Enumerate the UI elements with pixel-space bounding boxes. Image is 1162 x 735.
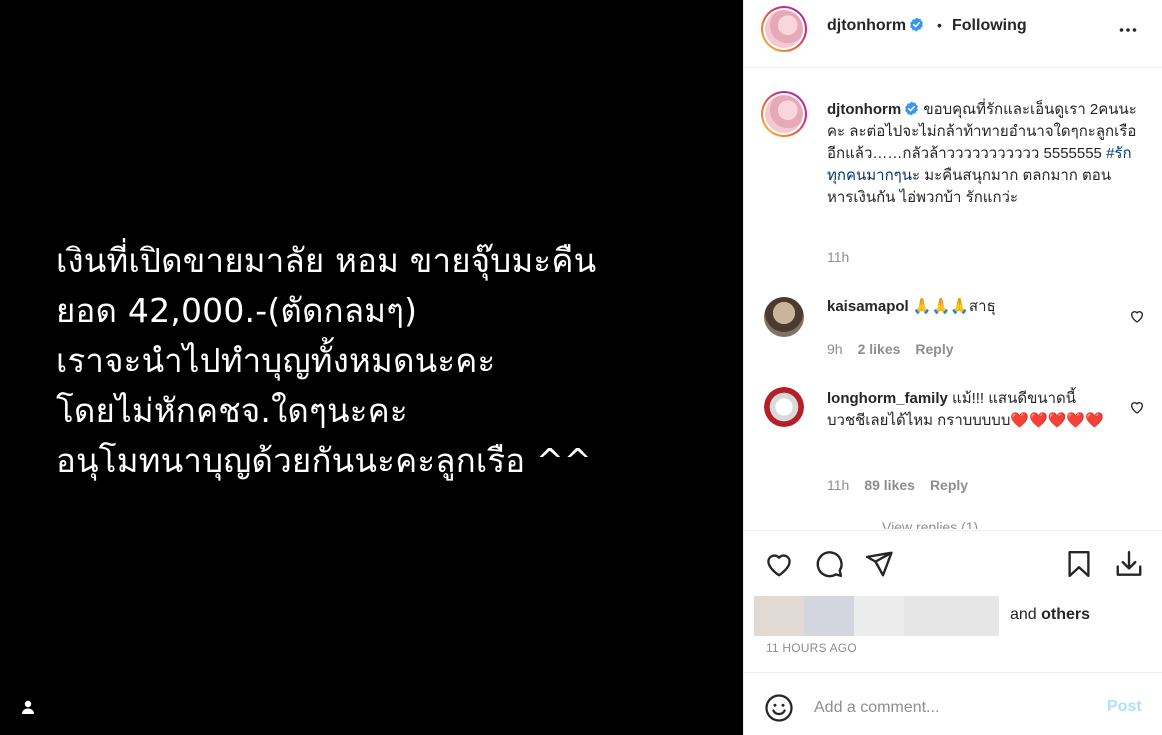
- liker-avatars-blurred: [804, 596, 854, 636]
- post-actions: [744, 530, 1162, 598]
- following-button[interactable]: Following: [952, 17, 1027, 35]
- view-replies-button[interactable]: View replies (1): [882, 519, 978, 529]
- commenter-username[interactable]: kaisamapol: [827, 298, 909, 315]
- likes-summary[interactable]: and others: [754, 596, 1154, 636]
- bookmark-save-icon[interactable]: [1064, 549, 1094, 579]
- caption-timestamp[interactable]: 11h: [827, 249, 849, 265]
- reply-button[interactable]: Reply: [930, 477, 968, 493]
- header-separator: •: [937, 17, 942, 33]
- comment-bubble-icon[interactable]: [814, 549, 844, 579]
- comment-time[interactable]: 9h: [827, 341, 843, 357]
- comment-meta: 11h 89 likes Reply: [827, 477, 968, 493]
- add-comment-bar: Post: [744, 672, 1162, 735]
- reply-button[interactable]: Reply: [915, 341, 953, 357]
- download-icon[interactable]: [1114, 549, 1144, 579]
- comment-item: kaisamapol 🙏🙏🙏สาธุ: [827, 296, 1117, 318]
- verified-badge-icon: [910, 17, 923, 32]
- liker-names-blurred: [904, 596, 999, 636]
- share-send-icon[interactable]: [864, 549, 894, 579]
- like-heart-icon[interactable]: [764, 549, 794, 579]
- emoji-icon[interactable]: [764, 693, 794, 723]
- comment-time[interactable]: 11h: [827, 477, 849, 493]
- liker-avatars-blurred: [754, 596, 804, 636]
- post-header: djtonhorm • Following: [744, 0, 1162, 68]
- author-username-link[interactable]: djtonhorm: [827, 17, 924, 35]
- comment-like-heart-icon[interactable]: [1129, 308, 1145, 324]
- verified-badge-icon: [905, 101, 919, 116]
- commenter-username[interactable]: longhorm_family: [827, 390, 948, 407]
- author-avatar[interactable]: [761, 6, 807, 52]
- others-link[interactable]: others: [1041, 606, 1090, 623]
- post-comment-button[interactable]: Post: [1107, 698, 1142, 716]
- post-media[interactable]: เงินที่เปิดขายมาลัย หอม ขายจุ๊บมะคืน ยอด…: [0, 0, 743, 735]
- media-text: เงินที่เปิดขายมาลัย หอม ขายจุ๊บมะคืน ยอด…: [56, 241, 597, 480]
- post-sidebar: djtonhorm • Following djtonhorm ขอบคุณที…: [743, 0, 1162, 735]
- more-options-icon[interactable]: [1118, 20, 1138, 40]
- liker-avatars-blurred: [854, 596, 904, 636]
- comment-like-heart-icon[interactable]: [1129, 399, 1145, 415]
- comment-input[interactable]: [814, 695, 1094, 721]
- likes-text: and others: [1010, 606, 1091, 623]
- comment-text: 🙏🙏🙏สาธุ: [908, 298, 996, 315]
- commenter-avatar[interactable]: [764, 297, 804, 337]
- comment-meta: 9h 2 likes Reply: [827, 341, 954, 357]
- comment-item: longhorm_family แม้!!! แสนดีขนาดนี้ บวชช…: [827, 388, 1117, 432]
- comment-likes[interactable]: 89 likes: [864, 477, 915, 493]
- caption: djtonhorm ขอบคุณที่รักและเอ็นดูเรา 2คนนะ…: [827, 99, 1137, 209]
- commenter-avatar[interactable]: [764, 387, 804, 427]
- caption-author-avatar[interactable]: [761, 91, 807, 137]
- caption-username[interactable]: djtonhorm: [827, 101, 901, 118]
- post-timestamp[interactable]: 11 HOURS AGO: [766, 641, 857, 655]
- comments-section[interactable]: djtonhorm ขอบคุณที่รักและเอ็นดูเรา 2คนนะ…: [744, 69, 1162, 529]
- comment-likes[interactable]: 2 likes: [858, 341, 901, 357]
- user-tag-icon[interactable]: [20, 699, 36, 715]
